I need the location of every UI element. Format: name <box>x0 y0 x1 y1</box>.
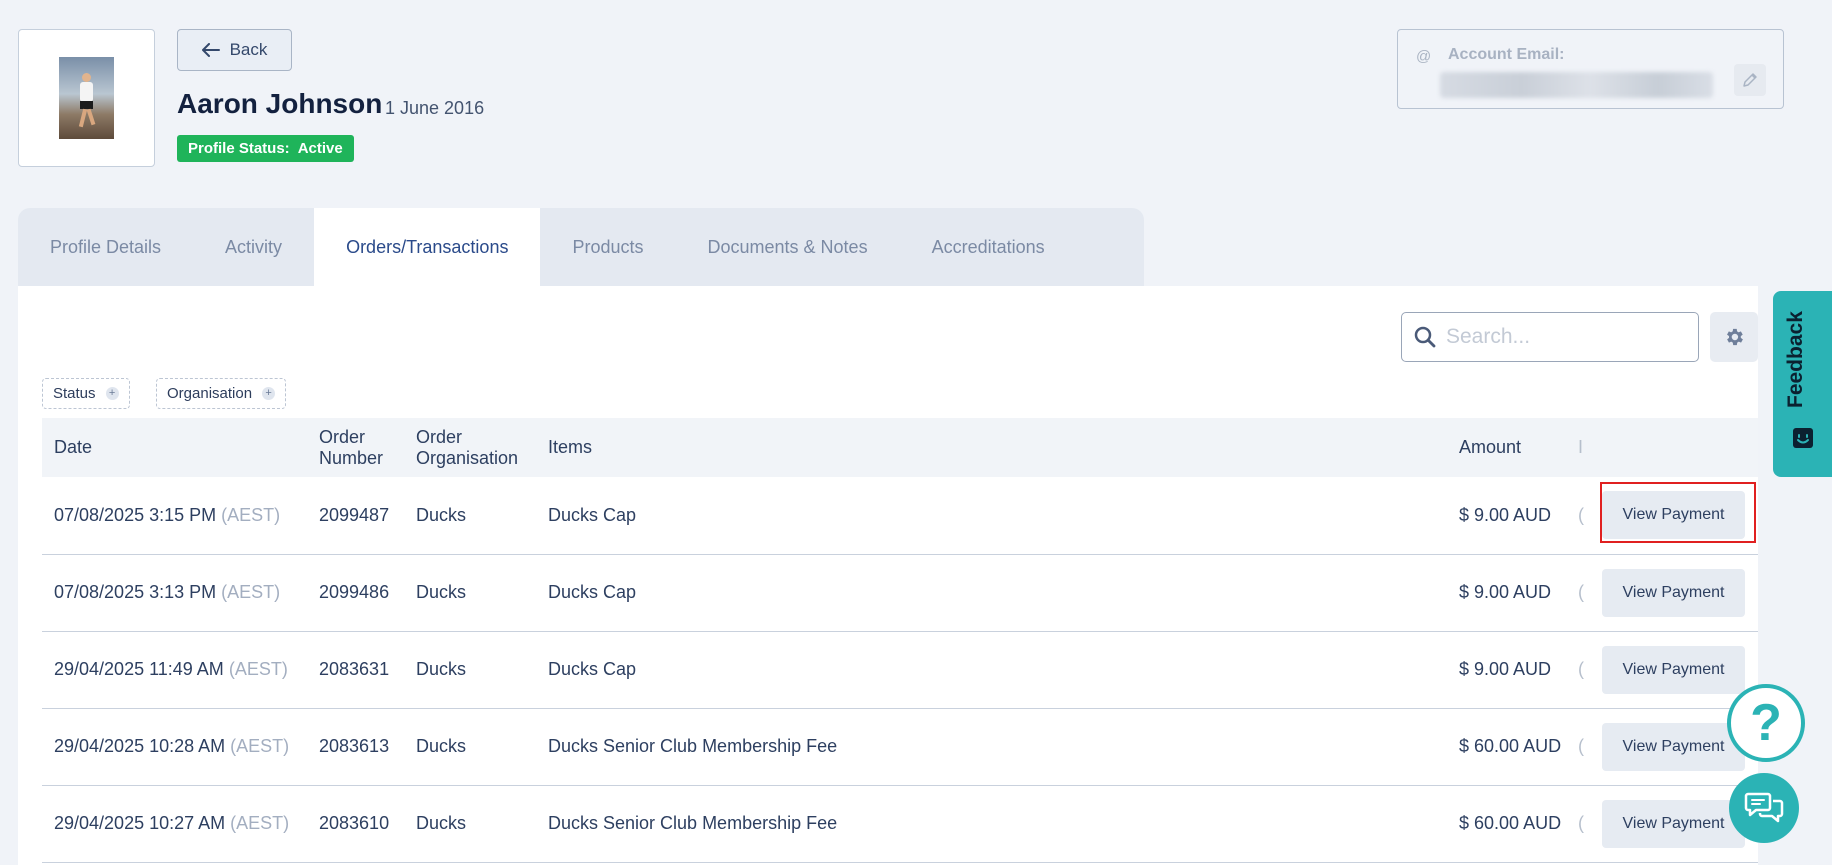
cell-amount: $ 9.00 AUD <box>1459 504 1552 525</box>
account-email-label: Account Email: <box>1448 46 1565 63</box>
cell-order-number: 2083610 <box>319 813 390 833</box>
chat-button[interactable] <box>1729 773 1799 843</box>
cell-amount: $ 9.00 AUD <box>1459 659 1552 679</box>
arrow-left-icon <box>201 43 220 57</box>
edit-email-button[interactable] <box>1734 64 1766 96</box>
cell-truncated: ( <box>1578 504 1584 525</box>
table-row: 07/08/2025 3:13 PM (AEST) 2099486 Ducks … <box>42 554 1758 631</box>
cell-amount: $ 9.00 AUD <box>1459 582 1552 602</box>
search-box <box>1401 312 1699 362</box>
cell-date: 07/08/2025 3:13 PM (AEST) <box>54 582 281 602</box>
feedback-tab[interactable]: Feedback <box>1773 291 1832 477</box>
cell-date: 29/04/2025 11:49 AM (AEST) <box>54 659 288 679</box>
view-payment-button[interactable]: View Payment <box>1602 645 1745 694</box>
status-value: Active <box>297 140 343 157</box>
pencil-icon <box>1743 73 1757 87</box>
help-button[interactable]: ? <box>1727 684 1805 762</box>
cell-action: View Payment <box>1588 631 1758 708</box>
cell-date: 29/04/2025 10:27 AM (AEST) <box>54 813 290 833</box>
column-header-items[interactable]: Items <box>536 418 1447 477</box>
tab-products[interactable]: Products <box>540 208 675 286</box>
orders-panel: Status + Organisation + Date OrderNumber… <box>18 286 1758 865</box>
filter-organisation[interactable]: Organisation + <box>156 378 287 409</box>
cell-organisation: Ducks <box>416 813 467 833</box>
help-icon: ? <box>1750 694 1782 752</box>
view-payment-button[interactable]: View Payment <box>1602 568 1745 617</box>
column-header-order-number[interactable]: Order Number <box>307 418 404 477</box>
cell-items: Ducks Senior Club Membership Fee <box>548 736 838 756</box>
cell-truncated: ( <box>1578 582 1584 602</box>
cell-order-number: 2099486 <box>319 582 390 602</box>
column-header-date[interactable]: Date <box>42 418 307 477</box>
cell-amount: $ 60.00 AUD <box>1459 736 1562 756</box>
avatar <box>59 57 114 139</box>
cell-order-number: 2083631 <box>319 659 390 679</box>
view-payment-button[interactable]: View Payment <box>1602 491 1745 540</box>
plus-icon: + <box>262 387 276 400</box>
cell-organisation: Ducks <box>416 504 467 525</box>
cell-items: Ducks Senior Club Membership Fee <box>548 813 838 833</box>
view-payment-button[interactable]: View Payment <box>1602 722 1745 771</box>
column-header-amount[interactable]: Amount <box>1447 418 1578 477</box>
back-button-label: Back <box>229 40 268 59</box>
account-email-box: @ Account Email: <box>1397 29 1784 109</box>
table-settings-button[interactable] <box>1710 312 1758 362</box>
chat-icon <box>1744 792 1784 823</box>
orders-table: Date Order Number Order Organisation Items… <box>42 418 1758 863</box>
table-header-row: Date Order Number Order Organisation Items… <box>42 418 1758 477</box>
feedback-label: Feedback <box>1784 311 1807 408</box>
cell-amount: $ 60.00 AUD <box>1459 813 1562 833</box>
cell-action: View Payment <box>1588 554 1758 631</box>
table-row: 07/08/2025 3:15 PM (AEST) 2099487 Ducks … <box>42 477 1758 554</box>
account-email-value-redacted <box>1440 72 1713 98</box>
cell-truncated: ( <box>1578 813 1584 833</box>
filter-organisation-label: Organisation <box>167 385 253 402</box>
tab-accreditations[interactable]: Accreditations <box>900 208 1077 286</box>
table-row: 29/04/2025 10:28 AM (AEST) 2083613 Ducks… <box>42 708 1758 785</box>
cell-organisation: Ducks <box>416 659 467 679</box>
table-row: 29/04/2025 10:27 AM (AEST) 2083610 Ducks… <box>42 785 1758 862</box>
status-label: Profile Status: <box>188 140 290 157</box>
plus-icon: + <box>105 387 119 400</box>
smile-icon <box>1793 428 1813 448</box>
table-row: 29/04/2025 11:49 AM (AEST) 2083631 Ducks… <box>42 631 1758 708</box>
cell-items: Ducks Cap <box>548 582 637 602</box>
cell-order-number: 2099487 <box>319 504 390 525</box>
cell-organisation: Ducks <box>416 736 467 756</box>
gear-icon <box>1727 328 1743 346</box>
cell-order-number: 2083613 <box>319 736 390 756</box>
cell-organisation: Ducks <box>416 582 467 602</box>
column-header-actions <box>1588 418 1758 477</box>
profile-photo-frame <box>18 29 155 167</box>
profile-date: 1 June 2016 <box>385 98 485 118</box>
tab-profile-details[interactable]: Profile Details <box>18 208 193 286</box>
cell-truncated: ( <box>1578 736 1584 756</box>
search-icon <box>1414 326 1436 348</box>
column-header-order-organisation[interactable]: Order Organisation <box>404 418 536 477</box>
search-input[interactable] <box>1446 325 1686 349</box>
tab-documents-notes[interactable]: Documents & Notes <box>676 208 900 286</box>
back-button[interactable]: Back <box>177 29 292 71</box>
cell-truncated: ( <box>1578 659 1584 679</box>
profile-tabs: Profile Details Activity Orders/Transact… <box>18 208 1144 286</box>
column-header-truncated: I <box>1578 437 1584 457</box>
at-icon: @ <box>1416 48 1432 65</box>
profile-name: Aaron Johnson <box>177 88 383 119</box>
cell-date: 29/04/2025 10:28 AM (AEST) <box>54 736 290 756</box>
filter-status-label: Status <box>53 385 96 402</box>
tab-activity[interactable]: Activity <box>193 208 314 286</box>
filter-status[interactable]: Status + <box>42 378 130 409</box>
status-badge: Profile Status: Active <box>177 135 354 162</box>
tab-orders-transactions[interactable]: Orders/Transactions <box>314 208 541 286</box>
cell-items: Ducks Cap <box>548 659 637 679</box>
cell-action: View Payment <box>1588 477 1758 554</box>
cell-items: Ducks Cap <box>548 504 637 525</box>
view-payment-button[interactable]: View Payment <box>1602 799 1745 848</box>
cell-date: 07/08/2025 3:15 PM (AEST) <box>54 504 281 525</box>
